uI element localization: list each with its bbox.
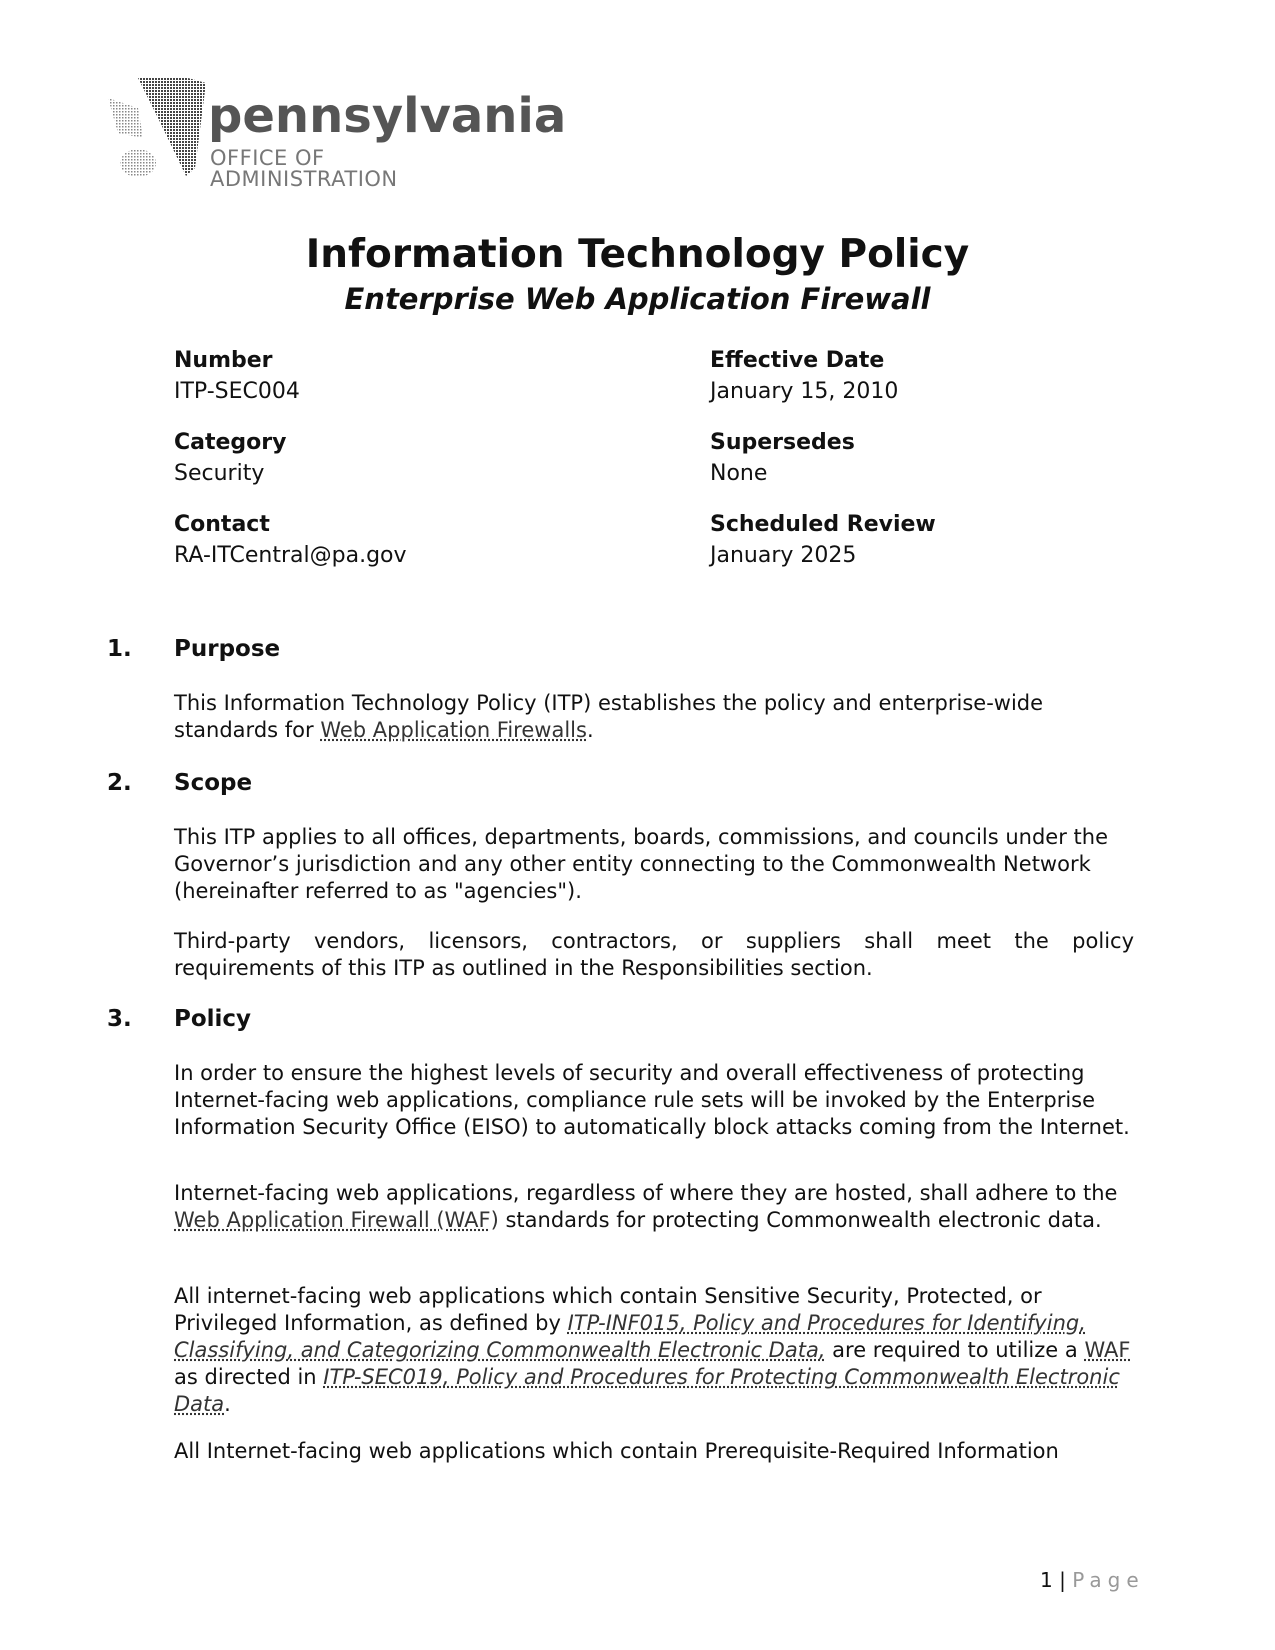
scope-paragraph-2-line-2: requirements of this ITP as outlined in … [174,956,873,980]
pa-oa-logo: pennsylvania OFFICE OF ADMINISTRATION [98,78,566,190]
scope-paragraph-2-line-1: Third-party vendors, licensors, contract… [174,929,1134,953]
policy-paragraph-4: All Internet-facing web applications whi… [174,1439,1059,1463]
page-footer: 1 | Page [1040,1568,1145,1592]
text: standards for protecting Commonwealth el… [498,1208,1102,1232]
purpose-paragraph: This Information Technology Policy (ITP)… [174,690,1054,744]
meta-label: Category [174,430,287,455]
meta-label: Supersedes [710,430,855,455]
section-title-scope: Scope [174,770,253,796]
section-title-policy: Policy [174,1006,252,1032]
meta-value: January 15, 2010 [710,379,899,404]
policy-paragraph-2: Internet-facing web applications, regard… [174,1180,1134,1234]
section-number: 3. [107,1006,132,1032]
logo-subtitle: OFFICE OF ADMINISTRATION [210,146,398,191]
meta-value: ITP-SEC004 [174,379,300,404]
logo-wordmark: pennsylvania [208,88,567,144]
link-waf-standards[interactable]: Web Application Firewall (WAF) [174,1208,499,1232]
policy-paragraph-3: All internet-facing web applications whi… [174,1283,1134,1418]
page-separator: | [1059,1568,1066,1592]
keystone-logo-icon [108,78,206,177]
meta-value: Security [174,461,265,486]
text: . [224,1392,231,1416]
meta-effective-date: Effective Date January 15, 2010 [710,348,898,404]
link-waf[interactable]: WAF [1084,1338,1130,1362]
text: Internet-facing web applications, regard… [174,1181,1118,1205]
meta-number: Number ITP-SEC004 [174,348,300,404]
text: . [586,718,594,742]
contact-email-link[interactable]: RA-ITCentral@pa.gov [174,543,407,568]
page-title: Information Technology Policy [305,232,970,277]
page-label: Page [1072,1568,1145,1592]
page-number: 1 [1040,1568,1053,1592]
text: are required to utilize a [825,1338,1085,1362]
link-web-application-firewalls[interactable]: Web Application Firewalls [320,718,587,742]
meta-category: Category Security [174,430,286,486]
scope-paragraph-1: This ITP applies to all offices, departm… [174,825,1108,903]
meta-label: Scheduled Review [710,512,936,537]
page-subtitle: Enterprise Web Application Firewall [344,282,931,316]
meta-value: None [710,461,768,486]
meta-label: Number [174,348,273,373]
meta-contact: Contact RA-ITCentral@pa.gov [174,512,407,568]
meta-label: Contact [174,512,270,537]
text: This Information Technology Policy (ITP)… [174,691,1044,742]
meta-supersedes: Supersedes None [710,430,855,486]
meta-label: Effective Date [710,348,885,373]
meta-scheduled-review: Scheduled Review January 2025 [710,512,936,568]
section-number: 2. [107,770,132,796]
policy-paragraph-1: In order to ensure the highest levels of… [174,1061,1130,1139]
text: as directed in [174,1365,324,1389]
section-title-purpose: Purpose [174,636,281,662]
meta-value: January 2025 [710,543,857,568]
section-number: 1. [107,636,132,662]
